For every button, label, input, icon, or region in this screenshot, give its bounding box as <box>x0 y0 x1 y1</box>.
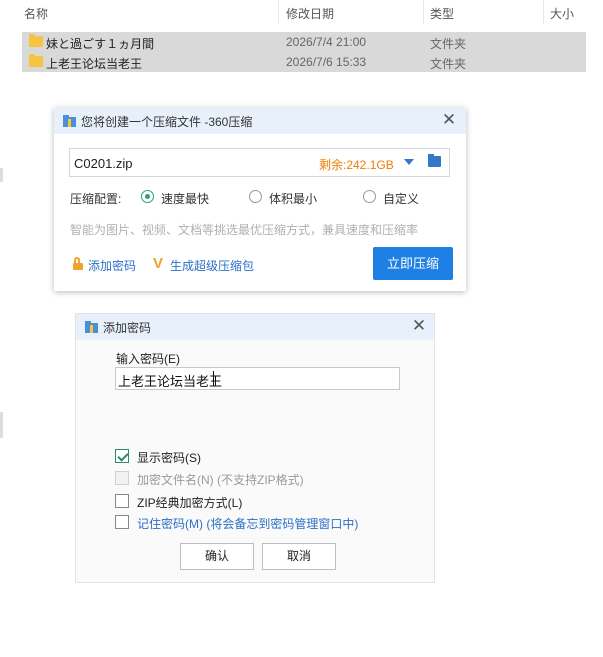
zip-classic-encryption-label[interactable]: ZIP经典加密方式(L) <box>137 494 242 511</box>
archive-app-icon <box>63 115 76 127</box>
add-password-link[interactable]: 添加密码 <box>70 256 145 274</box>
column-divider[interactable] <box>278 0 279 24</box>
file-type: 文件夹 <box>430 37 467 51</box>
column-divider[interactable] <box>423 0 424 24</box>
folder-icon <box>29 54 43 67</box>
archive-filename-field[interactable]: C0201.zip 剩余:242.1GB <box>69 148 450 177</box>
password-dialog: 添加密码 ✕ 输入密码(E) 上老王论坛当老王 显示密码(S) 加密文件名(N)… <box>75 313 435 583</box>
chevron-down-icon[interactable] <box>404 159 414 165</box>
compress-dialog-titlebar[interactable]: 您将创建一个压缩文件 -360压缩 ✕ <box>54 108 466 134</box>
option-smallest-label: 体积最小 <box>269 192 318 206</box>
compress-now-button[interactable]: 立即压缩 <box>373 247 453 280</box>
text-caret <box>213 371 214 386</box>
free-space-text: 剩余:242.1GB <box>319 158 394 172</box>
file-name: 妹と過ごす１ヵ月間 <box>46 37 155 51</box>
radio-icon[interactable] <box>249 190 262 203</box>
super-package-label[interactable]: 生成超级压缩包 <box>170 257 254 274</box>
column-divider[interactable] <box>543 0 544 24</box>
password-value[interactable]: 上老王论坛当老王 <box>118 371 222 390</box>
show-password-label[interactable]: 显示密码(S) <box>137 449 201 466</box>
close-icon[interactable]: ✕ <box>439 110 459 130</box>
file-name: 上老王论坛当老王 <box>46 57 143 71</box>
file-row[interactable]: 上老王论坛当老王 2026/7/6 15:33 文件夹 <box>22 52 586 72</box>
radio-icon[interactable] <box>363 190 376 203</box>
encrypt-filename-checkbox: 加密文件名(N) (不支持ZIP格式) <box>115 470 335 488</box>
archive-filename[interactable]: C0201.zip <box>74 156 133 171</box>
sidebar-edge <box>0 412 3 438</box>
password-dialog-titlebar[interactable]: 添加密码 ✕ <box>76 314 434 340</box>
file-row[interactable]: 妹と過ごす１ヵ月間 2026/7/4 21:00 文件夹 <box>22 32 586 52</box>
ok-button[interactable]: 确认 <box>180 543 254 570</box>
option-custom-label: 自定义 <box>383 192 420 206</box>
show-password-checkbox[interactable]: 显示密码(S) <box>115 448 235 466</box>
compress-dialog-title: 您将创建一个压缩文件 -360压缩 <box>81 115 253 129</box>
compress-dialog: 您将创建一个压缩文件 -360压缩 ✕ C0201.zip 剩余:242.1GB… <box>54 108 466 291</box>
password-input[interactable]: 上老王论坛当老王 <box>115 367 400 390</box>
vip-icon: V <box>153 255 164 272</box>
column-type[interactable]: 类型 <box>430 5 454 22</box>
checkbox-disabled-icon <box>115 471 129 485</box>
file-type: 文件夹 <box>430 57 467 71</box>
checkbox-icon[interactable] <box>115 515 129 529</box>
folder-icon <box>29 34 43 47</box>
super-package-link[interactable]: V 生成超级压缩包 <box>152 255 262 274</box>
remember-password-checkbox[interactable]: 记住密码(M) (将会备忘到密码管理窗口中) <box>115 514 385 532</box>
browse-folder-icon[interactable] <box>428 154 441 167</box>
zip-classic-encryption-checkbox[interactable]: ZIP经典加密方式(L) <box>115 493 275 511</box>
cancel-button[interactable]: 取消 <box>262 543 336 570</box>
compress-config-label: 压缩配置: <box>70 192 122 206</box>
compress-description: 智能为图片、视频、文档等挑选最优压缩方式，兼具速度和压缩率 <box>70 223 419 237</box>
radio-selected-icon[interactable] <box>141 190 154 203</box>
password-dialog-title: 添加密码 <box>103 321 152 335</box>
password-input-label: 输入密码(E) <box>116 352 180 366</box>
checkbox-checked-icon[interactable] <box>115 449 129 463</box>
column-name[interactable]: 名称 <box>24 5 48 22</box>
file-date: 2026/7/6 15:33 <box>286 55 367 69</box>
checkbox-icon[interactable] <box>115 494 129 508</box>
column-size[interactable]: 大小 <box>550 5 574 22</box>
encrypt-filename-label: 加密文件名(N) (不支持ZIP格式) <box>137 473 304 487</box>
sidebar-edge <box>0 168 3 182</box>
column-date-modified[interactable]: 修改日期 <box>286 5 334 22</box>
option-fastest-label: 速度最快 <box>161 192 210 206</box>
close-icon[interactable]: ✕ <box>409 316 429 336</box>
file-date: 2026/7/4 21:00 <box>286 35 367 49</box>
remember-password-label[interactable]: 记住密码(M) (将会备忘到密码管理窗口中) <box>137 515 358 532</box>
archive-app-icon <box>85 321 98 333</box>
column-header: 名称 修改日期 类型 大小 <box>0 0 603 24</box>
add-password-label[interactable]: 添加密码 <box>88 257 136 274</box>
